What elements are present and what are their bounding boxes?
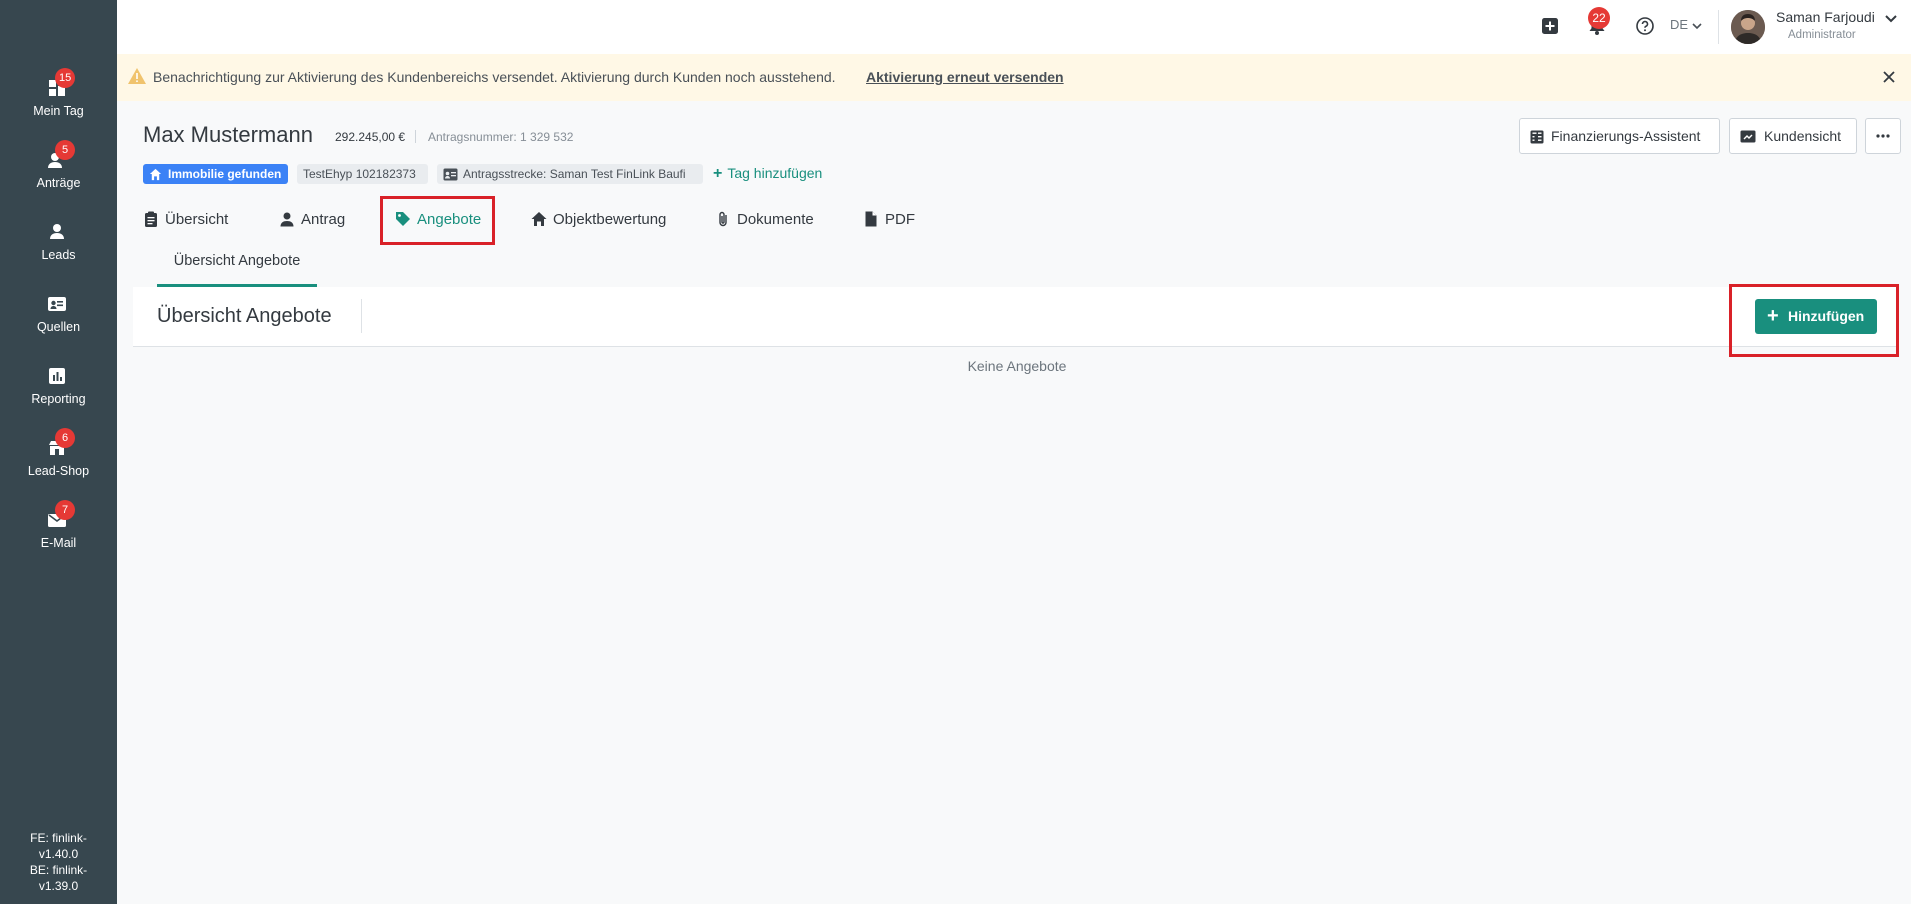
subtab-label: Übersicht Angebote [173,253,301,269]
sidebar-item-lead-shop[interactable]: 6 Lead-Shop [0,428,117,494]
add-tag-button[interactable]: + Tag hinzufügen [713,165,822,183]
divider [361,299,362,333]
sidebar-item-leads[interactable]: Leads [0,216,117,278]
avatar-image [1731,10,1765,44]
sidebar-item-mein-tag[interactable]: 15 Mein Tag [0,68,117,134]
divider [1718,10,1719,44]
chevron-down-icon [1692,22,1702,29]
tab-label: Antrag [301,211,346,228]
paperclip-icon [719,211,727,227]
plus-square-icon[interactable] [1539,15,1561,37]
tag-label: Immobilie gefunden [168,167,282,181]
calculator-icon [1530,130,1544,144]
highlight-box [1729,284,1899,357]
divider [415,130,416,143]
activation-alert: Benachrichtigung zur Aktivierung des Kun… [117,54,1911,101]
badge-mein-tag: 15 [55,68,76,88]
button-label: Kundensicht [1764,128,1842,144]
sidebar-item-label: E-Mail [40,536,77,550]
sidebar-item-label: Anträge [36,176,81,190]
version-line: BE: finlink- [29,863,88,877]
tag-antragsstrecke[interactable]: Antragsstrecke: Saman Test FinLink Baufi [437,164,703,184]
tag-testehyp[interactable]: TestEhyp 102182373 [297,164,428,184]
sidebar-item-label: Quellen [36,320,81,334]
close-icon[interactable] [1881,69,1897,85]
loan-amount: 292.245,00 € [335,130,406,144]
subtab-uebersicht-angebote[interactable]: Übersicht Angebote [157,253,317,287]
tag-label: TestEhyp 102182373 [303,167,416,181]
file-icon [865,211,877,227]
sidebar: 15 Mein Tag 5 Anträge Leads Quellen Repo… [0,0,117,904]
customer-view-button[interactable]: Kundensicht [1729,118,1857,154]
financing-assistant-button[interactable]: Finanzierungs-Assistent [1519,118,1720,154]
screen-share-icon [1740,130,1756,143]
version-line: FE: finlink- [30,831,87,845]
application-number: Antragsnummer: 1 329 532 [428,130,574,144]
tag-immobilie-gefunden[interactable]: Immobilie gefunden [143,164,288,184]
home-icon [149,168,162,181]
id-card-icon [443,168,458,181]
empty-state-text: Keine Angebote [967,358,1067,374]
add-tag-label: Tag hinzufügen [727,165,823,181]
tab-label: Dokumente [737,211,814,228]
id-card-icon [48,297,66,311]
user-name[interactable]: Saman Farjoudi [1776,9,1875,25]
more-dots-icon [1876,134,1890,138]
sidebar-item-label: Lead-Shop [27,464,90,478]
tab-label: Objektbewertung [553,211,667,228]
version-line: v1.39.0 [38,879,79,893]
language-label: DE [1670,17,1689,32]
chart-icon [49,368,65,384]
button-label: Finanzierungs-Assistent [1551,128,1701,144]
tab-label: PDF [885,211,915,228]
sidebar-item-antraege[interactable]: 5 Anträge [0,140,117,206]
highlight-box [380,196,495,245]
alert-message: Benachrichtigung zur Aktivierung des Kun… [153,69,836,85]
version-info: FE: finlink- v1.40.0 BE: finlink- v1.39.… [0,830,117,894]
home-icon [531,212,547,226]
clipboard-icon [145,211,157,227]
plus-icon: + [713,165,723,182]
version-line: v1.40.0 [38,847,79,861]
person-icon [280,212,294,227]
help-icon[interactable] [1634,15,1656,37]
sidebar-item-quellen[interactable]: Quellen [0,288,117,350]
badge-antraege: 5 [55,140,75,160]
user-icon [50,224,64,239]
more-options-button[interactable] [1865,118,1901,154]
sidebar-item-label: Mein Tag [33,104,84,118]
page-title: Max Mustermann [143,122,313,147]
sidebar-item-email[interactable]: 7 E-Mail [0,500,117,566]
sidebar-item-label: Reporting [31,392,86,406]
sidebar-item-label: Leads [41,248,76,262]
offers-card: Übersicht Angebote [133,287,1897,347]
tab-label: Übersicht [165,211,229,228]
chevron-down-icon[interactable] [1884,12,1898,26]
resend-activation-link[interactable]: Aktivierung erneut versenden [866,69,1064,85]
badge-email: 7 [55,500,75,520]
badge-lead-shop: 6 [55,428,75,448]
avatar[interactable] [1731,10,1765,44]
user-role: Administrator [1788,29,1856,41]
sidebar-item-reporting[interactable]: Reporting [0,360,117,422]
tag-label: Antragsstrecke: Saman Test FinLink Baufi [463,167,686,181]
language-selector[interactable]: DE [1670,17,1702,32]
warning-icon [128,68,146,84]
card-title: Übersicht Angebote [157,305,332,327]
notification-badge: 22 [1588,7,1610,29]
